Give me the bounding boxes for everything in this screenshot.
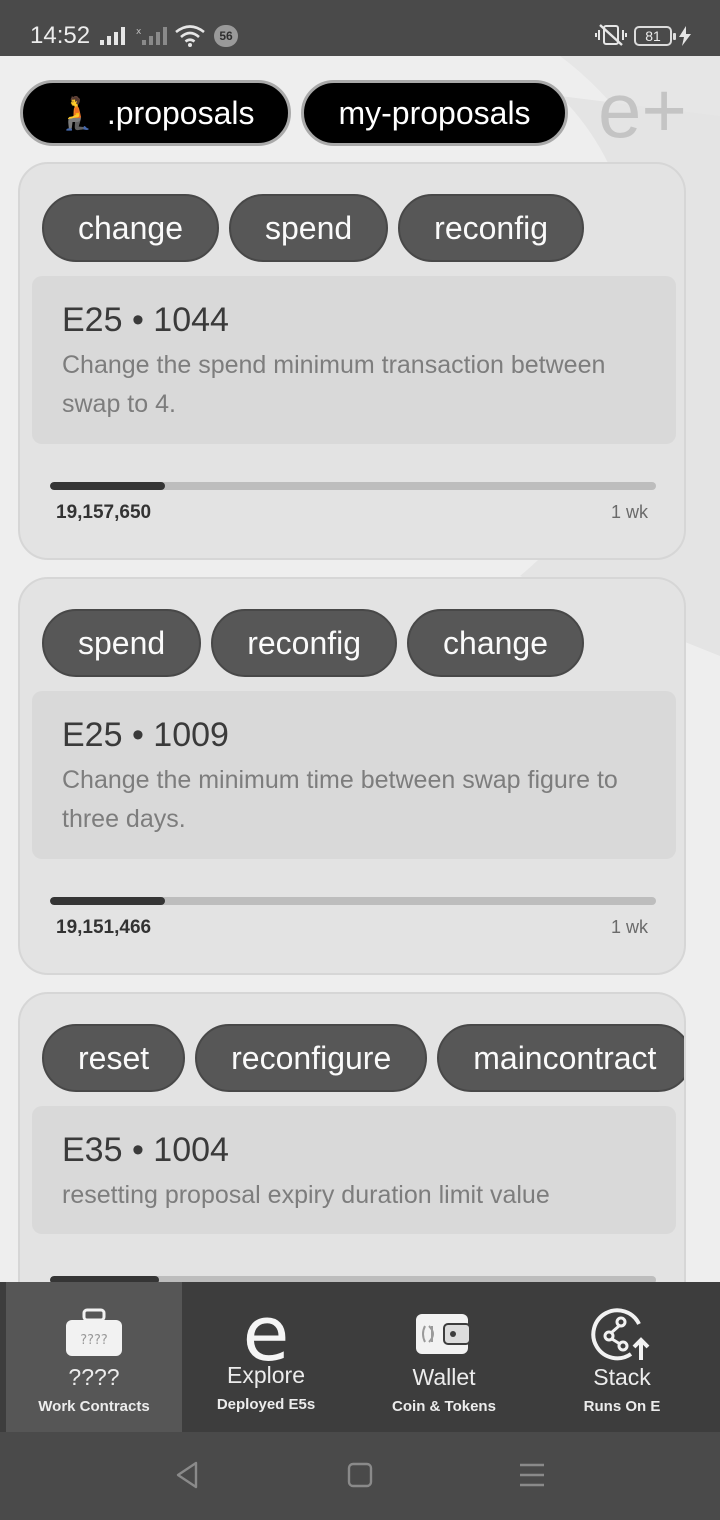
signal-no-service-icon: x: [136, 27, 167, 45]
tag-list: spend reconfig change: [42, 609, 585, 677]
tag-chip[interactable]: spend: [42, 609, 202, 677]
wifi-icon: [175, 25, 205, 47]
tag-chip[interactable]: reset: [42, 1024, 186, 1092]
proposal-description: Change the spend minimum transaction bet…: [62, 351, 606, 418]
svg-text:????: ????: [80, 1333, 108, 1348]
back-icon[interactable]: [172, 1460, 202, 1490]
tab-proposals-label: .proposals: [106, 95, 255, 131]
tag-chip[interactable]: reconfig: [398, 194, 585, 262]
nav-subtitle: Runs On E: [583, 1398, 661, 1415]
vote-count: 19,157,650: [56, 502, 152, 523]
proposal-info[interactable]: E25 • 1044 Change the spend minimum tran…: [32, 276, 676, 444]
tag-chip[interactable]: reconfigure: [195, 1024, 428, 1092]
nav-title: Explore: [227, 1362, 305, 1388]
notification-count-badge: 56: [214, 25, 238, 47]
vibrate-off-icon: [595, 24, 627, 46]
proposal-card[interactable]: spend reconfig change E25 • 1009 Change …: [18, 577, 686, 975]
time-remaining: 1 wk: [610, 502, 648, 522]
tag-chip[interactable]: maincontract: [437, 1024, 684, 1092]
tag-chip[interactable]: change: [42, 194, 219, 262]
signal-icon: [100, 27, 125, 45]
proposal-info[interactable]: E35 • 1004 resetting proposal expiry dur…: [32, 1106, 676, 1234]
proposal-id: E25 • 1009: [62, 716, 229, 754]
wallet-icon: [356, 1302, 532, 1366]
tag-list: change spend reconfig: [42, 194, 585, 262]
vote-count: 19,151,466: [56, 917, 152, 938]
kneeling-person-emoji: 🧎: [57, 95, 97, 131]
tag-chip[interactable]: change: [407, 609, 585, 677]
system-navigation-bar: [0, 1432, 720, 1520]
top-tabs: 🧎 .proposals my-proposals: [20, 80, 568, 146]
nav-title: Wallet: [412, 1364, 476, 1390]
briefcase-icon: ????: [6, 1302, 182, 1366]
home-icon[interactable]: [346, 1460, 374, 1490]
e-logo-icon: e: [242, 1289, 290, 1378]
nav-title: ????: [68, 1364, 120, 1390]
proposal-card[interactable]: change spend reconfig E25 • 1044 Change …: [18, 162, 686, 560]
nav-title: Stack: [593, 1364, 651, 1390]
tab-my-proposals[interactable]: my-proposals: [301, 80, 568, 146]
stack-icon: [534, 1302, 710, 1366]
tag-chip[interactable]: spend: [228, 194, 389, 262]
nav-stack[interactable]: Stack Runs On E: [534, 1282, 710, 1432]
nav-subtitle: Coin & Tokens: [392, 1398, 496, 1415]
bottom-navigation: ???? ???? Work Contracts e Explore Deplo…: [0, 1282, 720, 1432]
vote-progress-fill: [50, 482, 166, 490]
proposal-description: Change the minimum time between swap fig…: [62, 766, 618, 833]
nav-subtitle: Deployed E5s: [216, 1396, 316, 1413]
proposal-id: E25 • 1044: [62, 301, 229, 339]
tab-my-proposals-label: my-proposals: [338, 95, 531, 131]
status-bar: 14:52 x 56 81: [0, 0, 720, 56]
nav-work-contracts[interactable]: ???? ???? Work Contracts: [6, 1282, 182, 1432]
tag-chip[interactable]: reconfig: [211, 609, 398, 677]
proposal-info[interactable]: E25 • 1009 Change the minimum time betwe…: [32, 691, 676, 859]
nav-wallet[interactable]: Wallet Coin & Tokens: [356, 1282, 532, 1432]
charging-icon: [679, 26, 691, 46]
vote-progress-bar: [50, 897, 656, 905]
proposal-card[interactable]: reset reconfigure maincontract E35 • 100…: [18, 992, 686, 1282]
nav-subtitle: Work Contracts: [38, 1398, 150, 1415]
proposal-description: resetting proposal expiry duration limit…: [62, 1181, 550, 1209]
nav-explore[interactable]: e Explore Deployed E5s: [178, 1282, 354, 1432]
new-proposal-button[interactable]: e+: [598, 70, 687, 150]
recents-menu-icon[interactable]: [518, 1460, 546, 1490]
proposals-view[interactable]: 🧎 .proposals my-proposals e+ change spend…: [0, 56, 720, 1282]
proposal-id: E35 • 1004: [62, 1131, 229, 1169]
tab-proposals[interactable]: 🧎 .proposals: [20, 80, 292, 146]
battery-indicator: 81: [634, 26, 676, 46]
status-time: 14:52: [30, 22, 91, 49]
tag-list: reset reconfigure maincontract: [42, 1024, 684, 1092]
svg-text:x: x: [136, 27, 142, 37]
time-remaining: 1 wk: [610, 917, 648, 937]
vote-progress-fill: [50, 897, 166, 905]
vote-progress-bar: [50, 482, 656, 490]
